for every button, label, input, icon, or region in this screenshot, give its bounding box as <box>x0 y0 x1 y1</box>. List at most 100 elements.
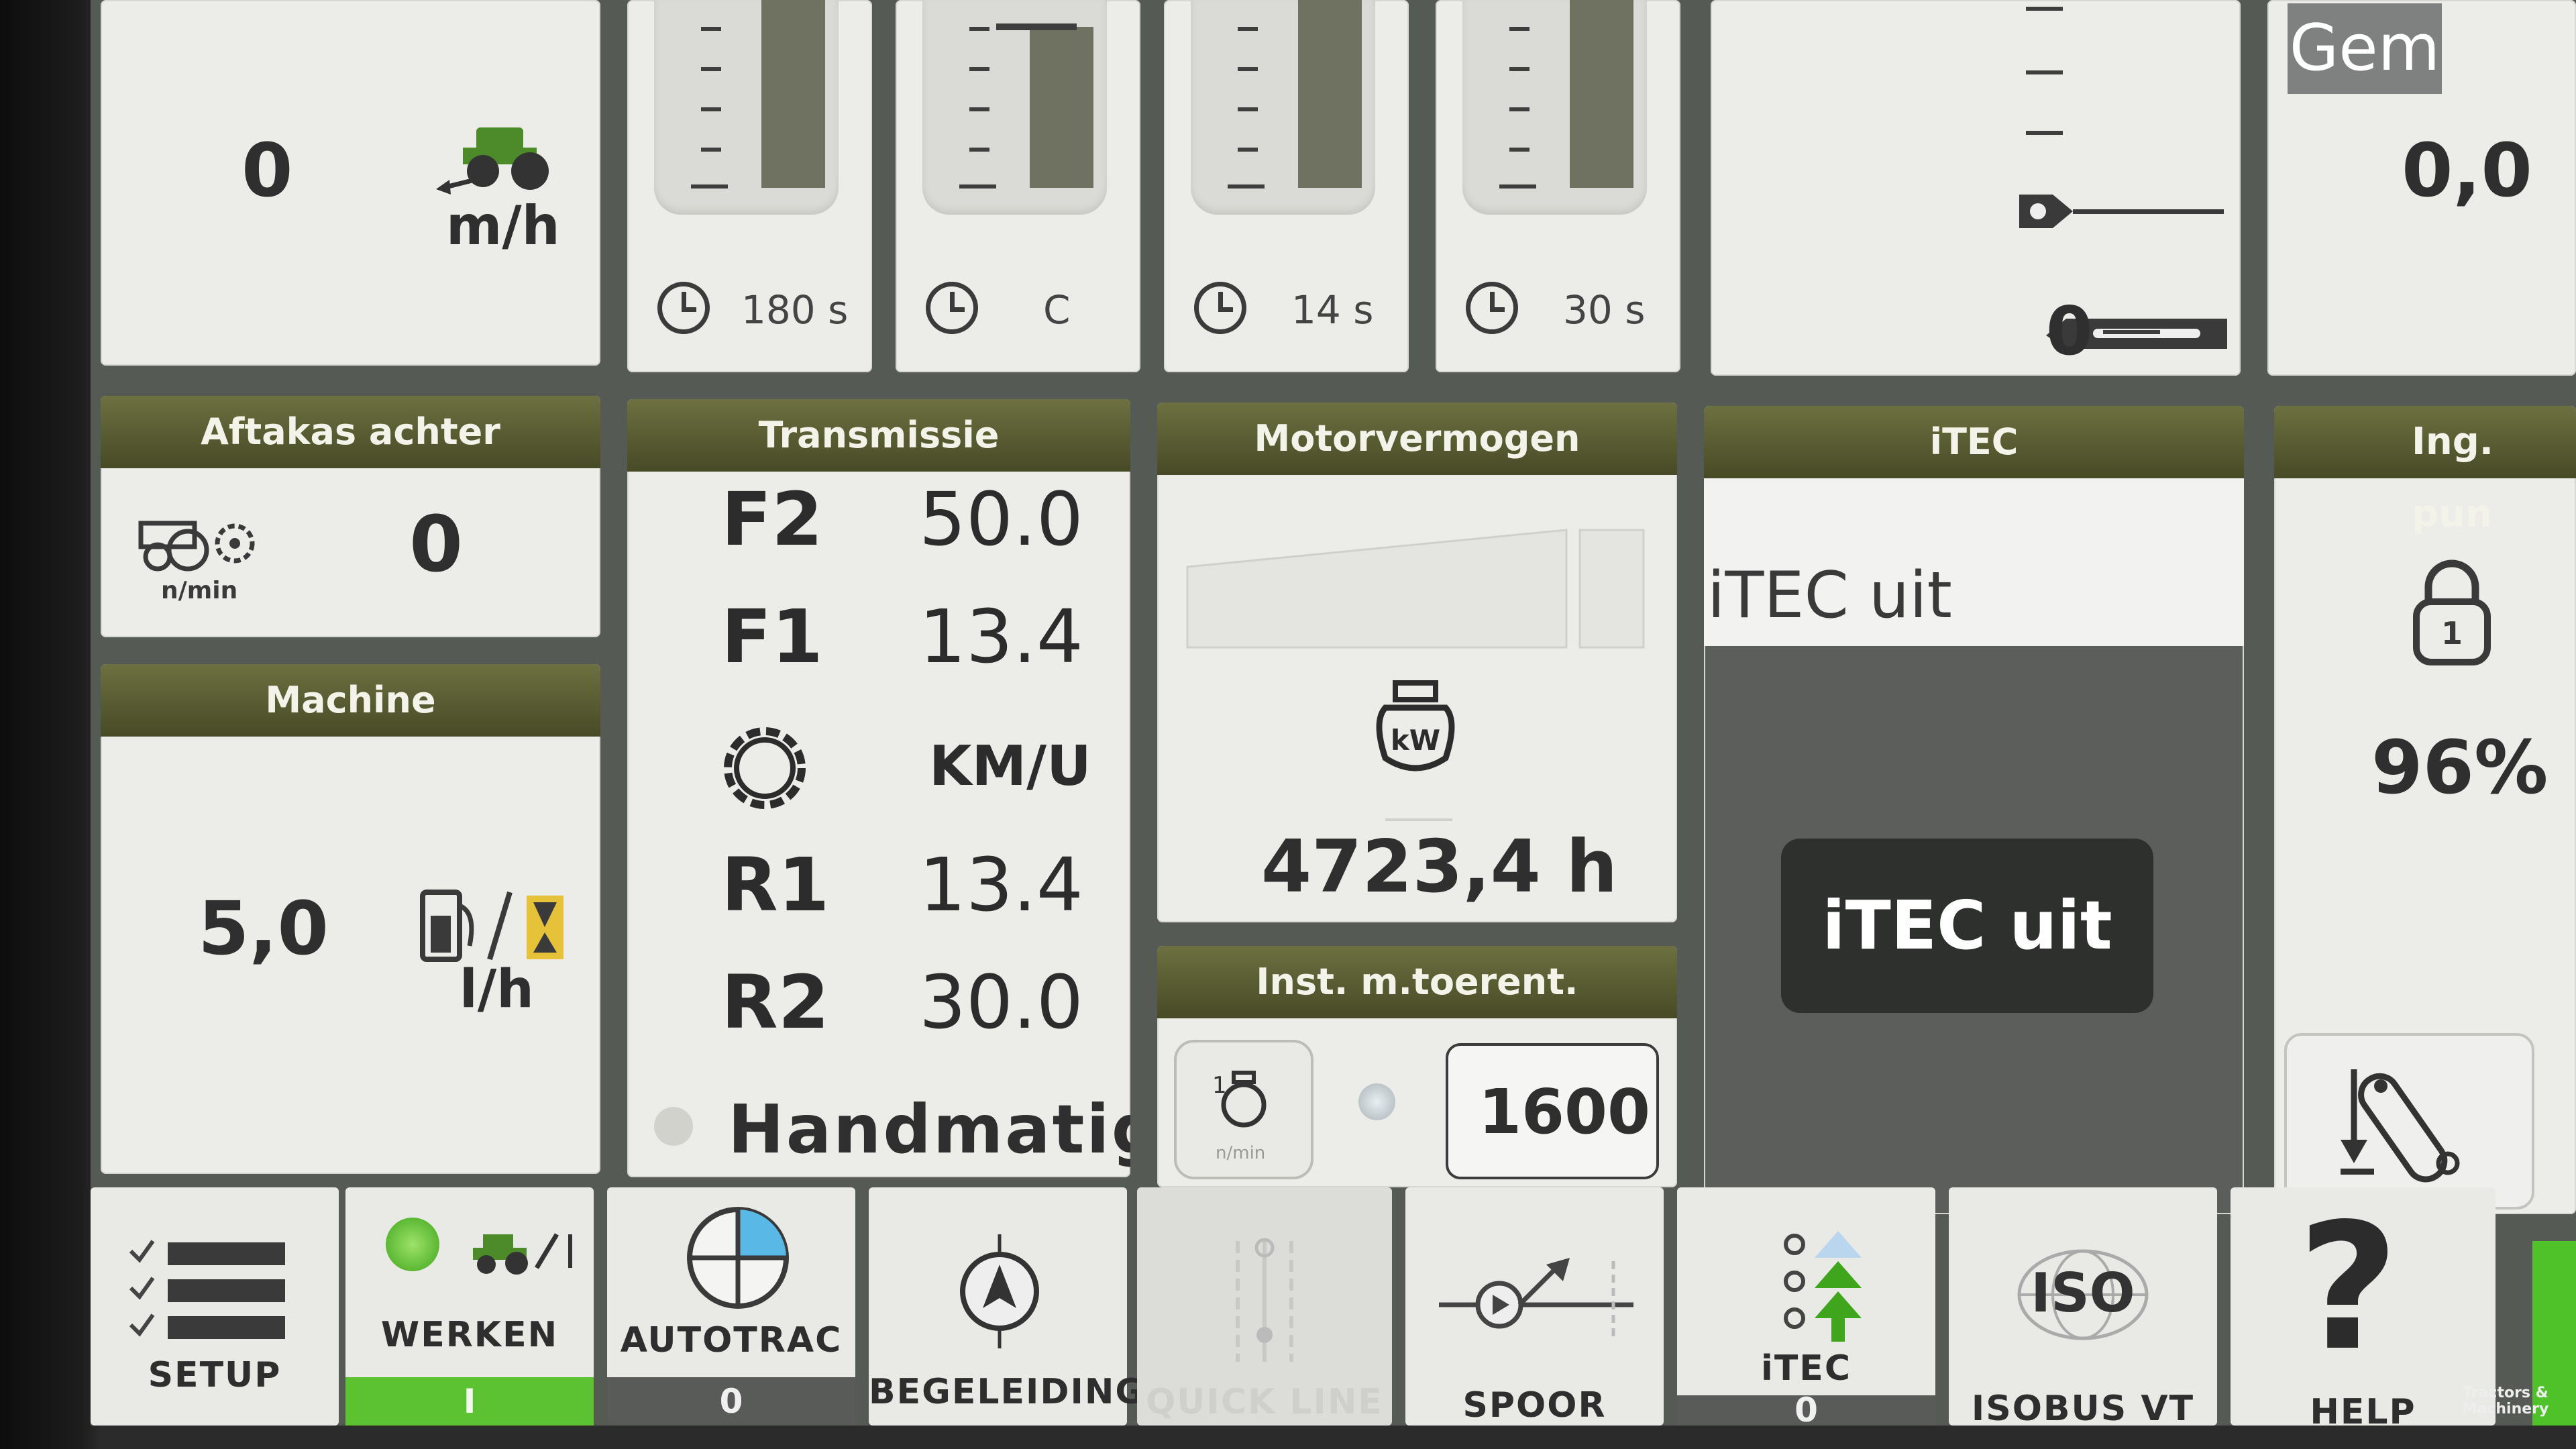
shift-mode: Handmatig <box>728 1090 1130 1169</box>
spoor-wissel-button[interactable]: SPOOR WISS. <box>1405 1187 1664 1426</box>
fuel-rate-value: 5,0 <box>198 885 329 971</box>
transmission-panel[interactable]: Transmissie F2 50.0 F1 13.4 KM/U R1 13.4 R2… <box>627 399 1130 1177</box>
gear-speed: 13.4 <box>919 594 1083 680</box>
fuel-rate-unit: l/h <box>460 959 534 1020</box>
rpm-setting-title: Inst. m.toerent. <box>1157 946 1677 1018</box>
speed-tile[interactable]: 0 m/h <box>101 0 600 366</box>
itec-panel[interactable]: iTEC iTEC uit iTEC uit <box>1704 406 2244 1214</box>
rpm-setting-value: 1600 <box>1479 1076 1651 1148</box>
rpm-indicator <box>1358 1083 1395 1120</box>
timer-tile-3[interactable]: 14 s <box>1164 0 1409 372</box>
kw-label: kW <box>1391 724 1440 757</box>
help-icon: ? <box>2298 1187 2399 1389</box>
power-bar <box>1186 529 1645 649</box>
fuel-hourglass-icon <box>420 890 564 962</box>
timer-icon <box>1194 282 1246 334</box>
gem-label: Gem <box>2288 3 2442 94</box>
gear-row-f2: F2 50.0 <box>627 476 1130 590</box>
itec-bottom-label: iTEC <box>1761 1348 1851 1389</box>
ing-panel[interactable]: Ing. pun 1 96% <box>2274 406 2576 1214</box>
svg-text:1: 1 <box>2441 615 2463 651</box>
engine-rpm-icon: 1 <box>1212 1071 1267 1128</box>
timer-tile-2[interactable]: C <box>896 0 1140 372</box>
ing-percent: 96% <box>2371 724 2548 810</box>
engine-power-panel[interactable]: Motorvermogen kW 4723,4 h <box>1157 402 1677 922</box>
timer-value: 14 s <box>1291 287 1374 333</box>
engine-power-title: Motorvermogen <box>1157 402 1677 475</box>
ing-title: Ing. pun <box>2274 406 2576 536</box>
pto-title: Aftakas achter <box>101 396 600 468</box>
timer-tile-1[interactable]: 180 s <box>627 0 872 372</box>
flow-bar <box>1191 0 1375 215</box>
rpm-setting-panel[interactable]: Inst. m.toerent. 1 n/min 1600 <box>1157 946 1677 1187</box>
pto-panel[interactable]: Aftakas achter n/min 0 <box>101 396 600 637</box>
gear-label: R1 <box>721 842 830 928</box>
iso-logo-text: ISO <box>2031 1262 2135 1324</box>
timer-value: C <box>1043 287 1071 333</box>
tractor-icon <box>436 127 549 195</box>
engine-hours: 4723,4 h <box>1261 825 1618 909</box>
hitch-lower-button[interactable] <box>2284 1033 2534 1210</box>
gear-row-r1: R1 13.4 <box>627 842 1130 956</box>
speed-value: 0 <box>241 127 293 213</box>
quickline-icon <box>1236 1238 1293 1362</box>
engine-rpm-button[interactable]: 1 n/min <box>1174 1040 1313 1179</box>
guidance-compass-icon <box>960 1234 1039 1348</box>
itec-status-text: iTEC uit <box>1707 559 1952 633</box>
begeleiding-button[interactable]: BEGELEIDING <box>869 1187 1146 1426</box>
gear-speed: 50.0 <box>919 476 1083 562</box>
quickline-label: QUICK LINE <box>1146 1382 1383 1422</box>
itec-sequence-icon <box>1784 1231 1862 1342</box>
display-screen: 0 m/h 180 s C 14 s 30 s 0 Gem 0,0 Aftaka… <box>91 0 2576 1426</box>
autotrac-state: 0 <box>607 1377 855 1426</box>
itec-title: iTEC <box>1704 406 2244 478</box>
iso-globe-icon: ISO <box>2017 1249 2149 1340</box>
tractor-work-icon <box>473 1233 572 1275</box>
pto-icon <box>138 521 255 572</box>
lock-icon: 1 <box>2413 559 2491 665</box>
speed-unit-label: KM/U <box>929 735 1091 798</box>
machine-panel[interactable]: Machine 5,0 l/h <box>101 664 600 1174</box>
timer-icon <box>926 282 978 334</box>
itec-bottom-button[interactable]: iTEC 0 <box>1677 1187 1935 1426</box>
setup-label: SETUP <box>148 1355 282 1395</box>
gem-tile[interactable]: Gem 0,0 <box>2267 0 2576 376</box>
flow-bar <box>654 0 839 215</box>
spoor-wissel-label: SPOOR WISS. <box>1462 1385 1607 1426</box>
transmission-title: Transmissie <box>627 399 1130 472</box>
pto-value: 0 <box>409 500 464 590</box>
itec-toggle-button[interactable]: iTEC uit <box>1781 839 2153 1013</box>
checklist-icon <box>129 1240 285 1339</box>
gear-row-f1: F1 13.4 <box>627 594 1130 708</box>
werken-label: WERKEN <box>380 1315 559 1355</box>
autotrac-label: AUTOTRAC <box>620 1320 843 1360</box>
hitch-zero-label: 0 <box>2046 292 2093 370</box>
timer-tile-4[interactable]: 30 s <box>1436 0 1680 372</box>
itec-state: 0 <box>1677 1393 1935 1426</box>
begeleiding-label: BEGELEIDING <box>869 1372 1146 1412</box>
isobus-vt-button[interactable]: ISO ISOBUS VT <box>1949 1187 2217 1426</box>
gear-label: F1 <box>721 594 823 680</box>
timer-icon <box>657 282 710 334</box>
gear-row-r2: R2 30.0 <box>627 959 1130 1073</box>
machine-title: Machine <box>101 664 600 737</box>
status-led-icon <box>386 1218 439 1271</box>
hitch-position-icon <box>2019 195 2227 349</box>
speed-unit: m/h <box>446 195 560 257</box>
gear-speed: 13.4 <box>919 842 1083 928</box>
autotrac-button[interactable]: AUTOTRAC 0 <box>607 1187 855 1426</box>
hitch-tile[interactable]: 0 <box>1711 0 2241 376</box>
setup-button[interactable]: SETUP <box>91 1187 339 1426</box>
lower-hitch-icon <box>2341 1069 2460 1183</box>
flow-bar <box>922 0 1107 215</box>
werken-button[interactable]: WERKEN I <box>345 1187 594 1426</box>
gear-speed: 30.0 <box>919 959 1083 1045</box>
watermark: Tractors & Machinery <box>2462 1385 2549 1417</box>
timer-value: 180 s <box>741 287 849 333</box>
gear-label: R2 <box>721 959 830 1045</box>
timer-icon <box>1466 282 1518 334</box>
gear-row-unit: KM/U <box>627 718 1130 832</box>
quickline-button[interactable]: QUICK LINE <box>1137 1187 1392 1426</box>
track-shift-icon <box>1439 1258 1633 1342</box>
rpm-setting-field[interactable]: 1600 <box>1446 1043 1659 1179</box>
